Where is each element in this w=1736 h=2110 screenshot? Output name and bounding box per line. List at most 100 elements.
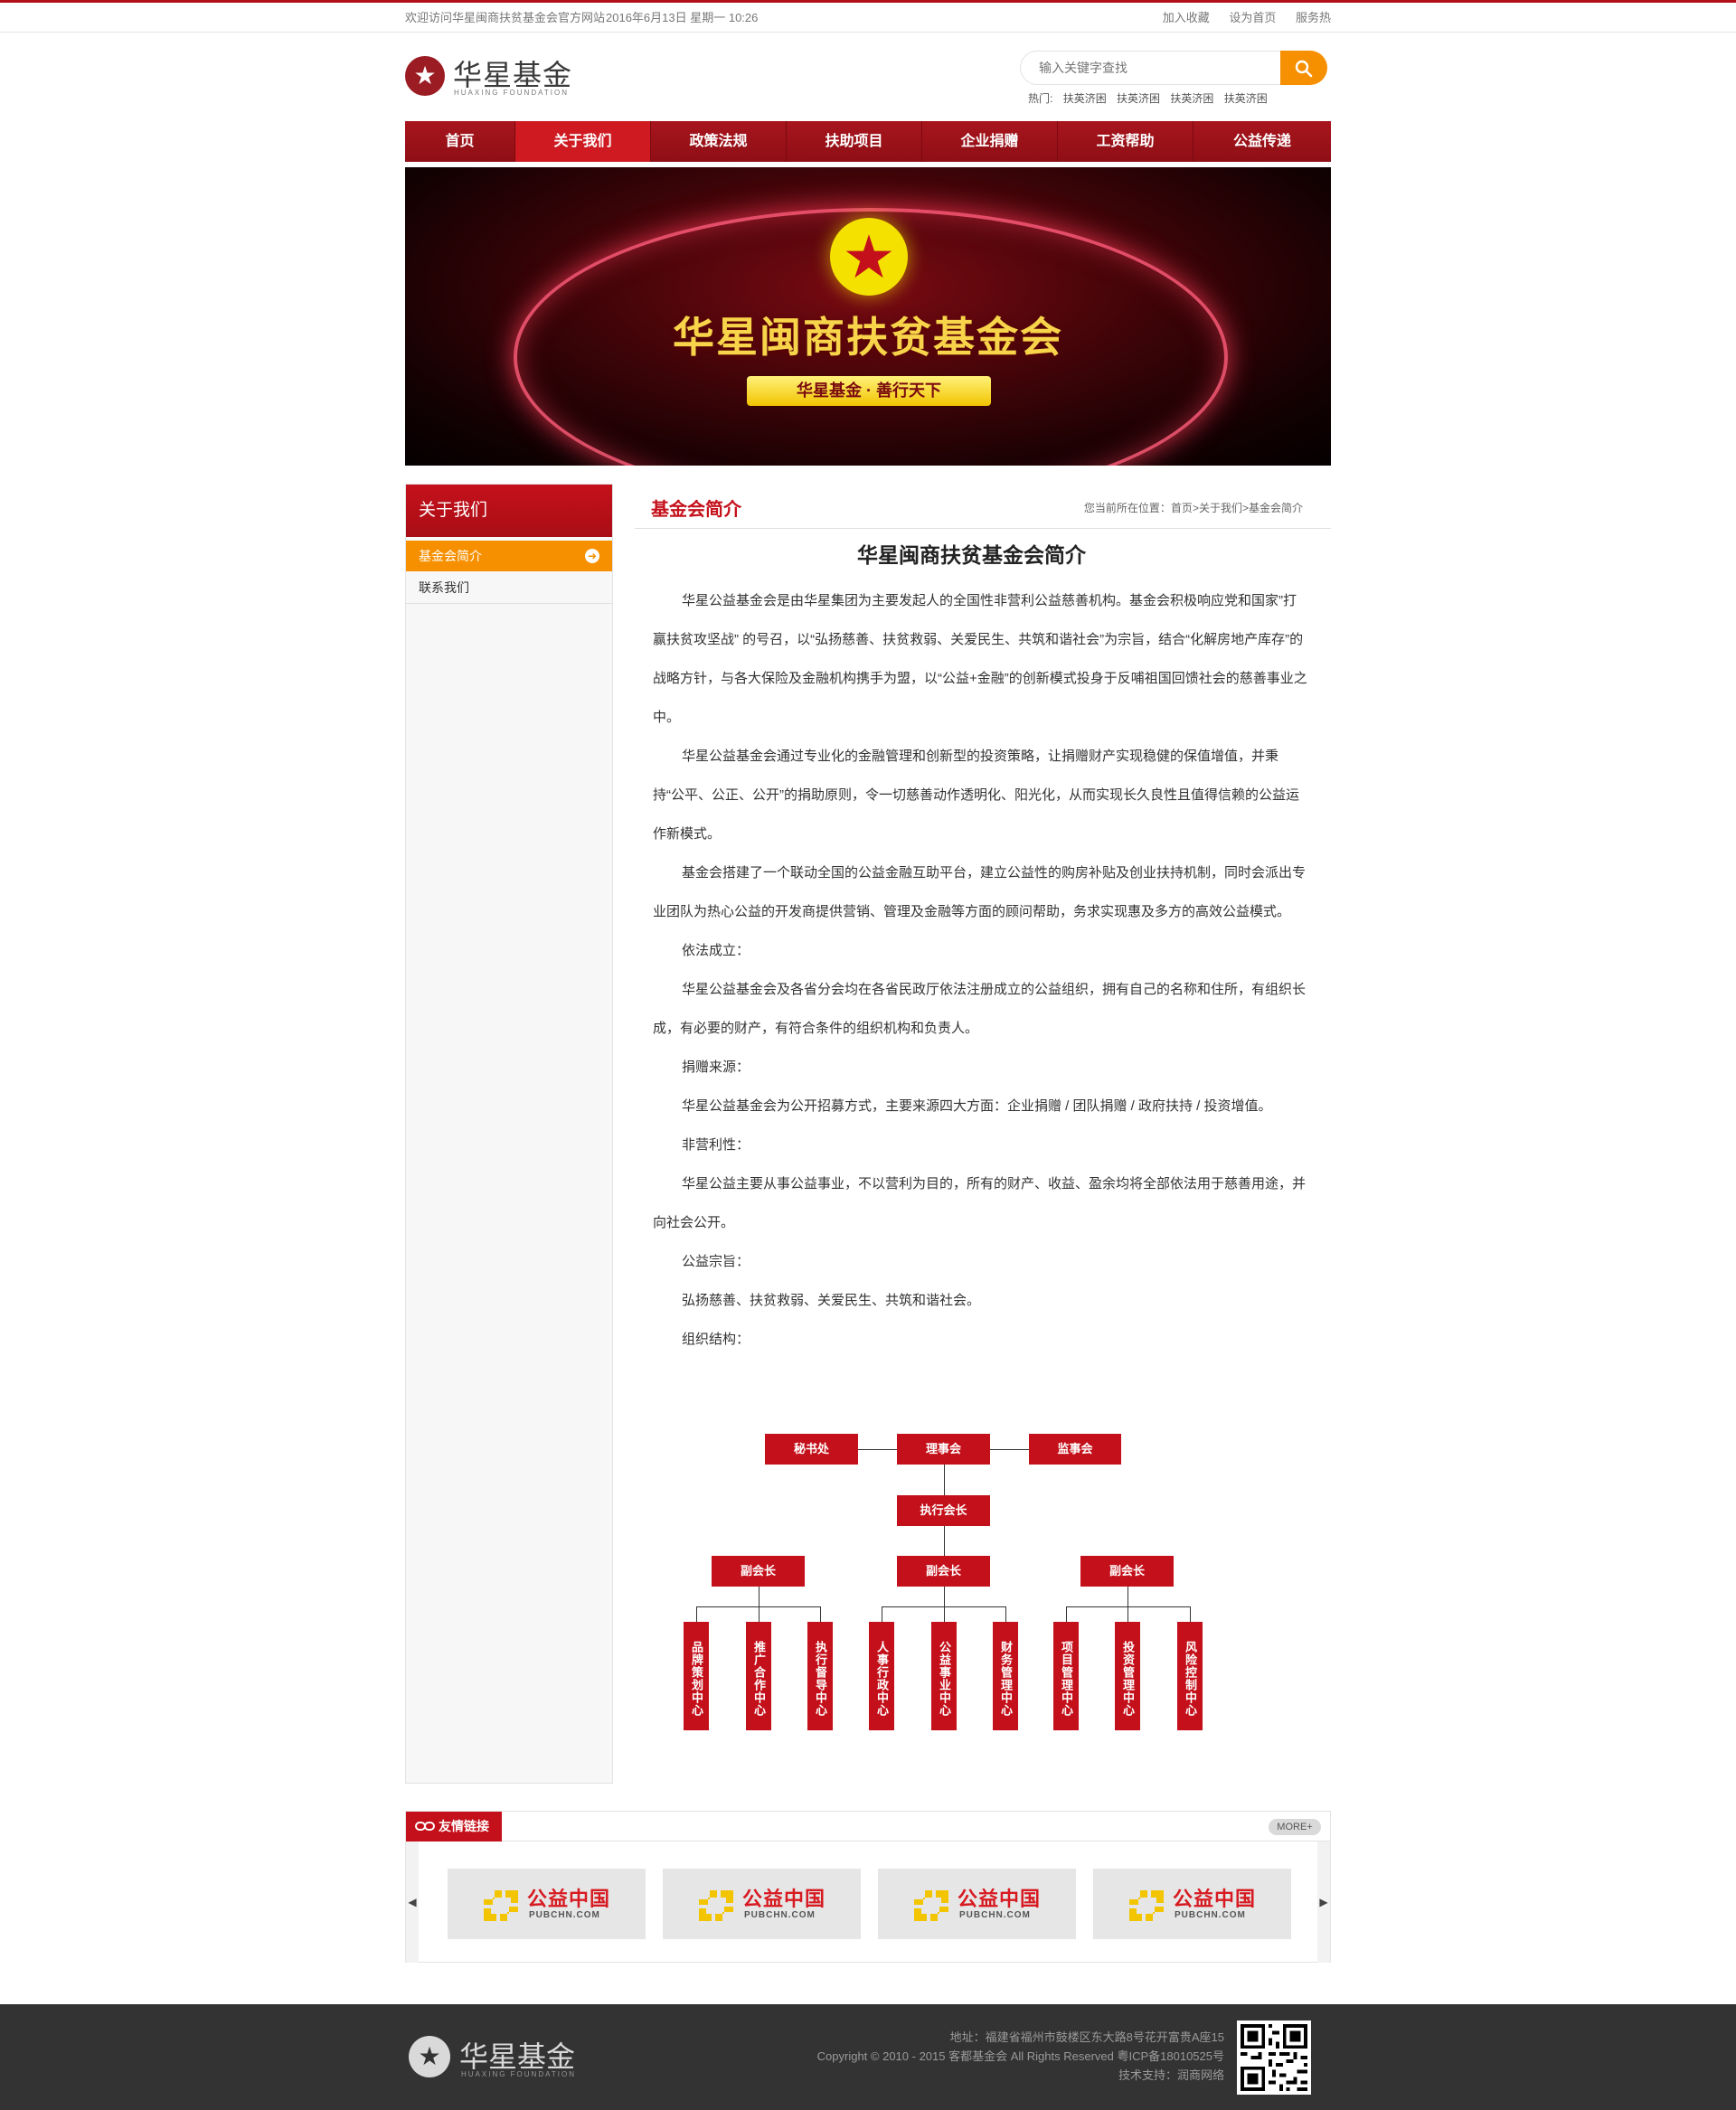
- article-title: 华星闽商扶贫基金会简介: [857, 543, 1086, 567]
- link-icon: [415, 1822, 435, 1831]
- org-vice-president: 副会长: [897, 1556, 990, 1587]
- add-favorite-link[interactable]: 加入收藏: [1163, 11, 1210, 24]
- org-center: 投资管理中心: [1115, 1622, 1140, 1730]
- org-connector: [1066, 1606, 1067, 1622]
- datetime-text: 2016年6月13日 星期一 10:26: [606, 11, 759, 24]
- friend-link-item[interactable]: 公益中国 PUBCHN.COM: [663, 1869, 861, 1939]
- banner-title: 华星闽商扶贫基金会: [673, 314, 1063, 361]
- star-logo-icon: ★: [409, 2036, 450, 2077]
- site-logo[interactable]: ★ 华星基金 HUAXING FOUNDATION: [405, 52, 577, 99]
- welcome-text: 欢迎访问华星闽商扶贫基金会官方网站: [405, 11, 606, 24]
- org-connector: [1005, 1606, 1006, 1622]
- footer-copyright: Copyright © 2010 - 2015 客都基金会 All Rights…: [816, 2049, 1224, 2063]
- org-supervisory-board: 监事会: [1029, 1434, 1121, 1465]
- search-box: [1020, 51, 1327, 85]
- org-board: 理事会: [897, 1434, 990, 1465]
- friend-links-title: 友情链接: [439, 1819, 489, 1833]
- org-center: 品牌策划中心: [684, 1622, 709, 1730]
- hot-word[interactable]: 扶英济困: [1063, 92, 1107, 105]
- sidebar-title: 关于我们: [406, 485, 612, 537]
- main-nav: 首页 关于我们 政策法规 扶助项目 企业捐赠 工资帮助 公益传递: [405, 121, 1331, 162]
- article-paragraph: 弘扬慈善、扶贫救弱、关爱民生、共筑和谐社会。: [682, 1293, 981, 1308]
- star-logo-icon: ★: [405, 56, 445, 96]
- friend-link-url: PUBCHN.COM: [529, 1910, 600, 1920]
- breadcrumb-separator: >: [1192, 502, 1199, 514]
- org-connector: [944, 1526, 945, 1556]
- hot-label: 热门:: [1028, 92, 1053, 105]
- org-vice-president: 副会长: [712, 1556, 805, 1587]
- org-center: 推广合作中心: [746, 1622, 771, 1730]
- friend-link-name: 公益中国: [527, 1888, 611, 1910]
- nav-item-home[interactable]: 首页: [405, 121, 515, 162]
- article-heading: 组织结构：: [682, 1332, 750, 1347]
- org-connector: [944, 1587, 945, 1606]
- sidebar-item-contact[interactable]: 联系我们: [406, 571, 612, 604]
- org-connector: [696, 1606, 697, 1622]
- sidebar-item-intro[interactable]: 基金会简介 ➜: [406, 541, 612, 571]
- footer-support: 技术支持：润商网络: [1118, 2068, 1224, 2082]
- footer-logo[interactable]: ★ 华星基金 HUAXING FOUNDATION: [409, 2034, 590, 2079]
- article-paragraph: 华星公益基金会是由华星集团为主要发起人的全国性非营利公益慈善机构。基金会积极响应…: [653, 593, 1307, 725]
- article-paragraph: 华星公益基金会通过专业化的金融管理和创新型的投资策略，让捐赠财产实现稳健的保值增…: [653, 749, 1299, 842]
- org-vice-president: 副会长: [1080, 1556, 1174, 1587]
- top-bar: 欢迎访问华星闽商扶贫基金会官方网站 2016年6月13日 星期一 10:26 加…: [0, 3, 1736, 33]
- friend-link-url: PUBCHN.COM: [959, 1910, 1031, 1920]
- breadcrumb-home[interactable]: 首页: [1171, 502, 1193, 514]
- more-button[interactable]: MORE+: [1269, 1819, 1321, 1835]
- hot-word[interactable]: 扶英济困: [1224, 92, 1268, 105]
- friend-links-tab: 友情链接: [406, 1812, 502, 1842]
- nav-item-policy[interactable]: 政策法规: [651, 121, 787, 162]
- org-center: 风险控制中心: [1177, 1622, 1203, 1730]
- org-connector: [1127, 1587, 1128, 1606]
- org-connector: [1066, 1606, 1191, 1607]
- nav-item-about[interactable]: 关于我们: [515, 121, 651, 162]
- nav-item-projects[interactable]: 扶助项目: [787, 121, 922, 162]
- org-connector: [759, 1606, 760, 1622]
- org-connector: [944, 1465, 945, 1495]
- breadcrumb-parent[interactable]: 关于我们: [1199, 502, 1242, 514]
- friend-link-url: PUBCHN.COM: [744, 1910, 816, 1920]
- friend-link-item[interactable]: 公益中国 PUBCHN.COM: [1093, 1869, 1291, 1939]
- org-connector: [1190, 1606, 1191, 1622]
- pubchn-logo-icon: [914, 1890, 948, 1921]
- prev-arrow-icon[interactable]: ◀: [406, 1842, 419, 1963]
- next-arrow-icon[interactable]: ▶: [1317, 1842, 1330, 1963]
- footer-info: 地址：福建省福州市鼓楼区东大路8号花开富贵A座15 Copyright © 20…: [817, 2028, 1224, 2085]
- pubchn-logo-icon: [1129, 1890, 1164, 1921]
- org-executive-president: 执行会长: [897, 1495, 990, 1526]
- article-heading: 非营利性：: [682, 1137, 750, 1153]
- org-center: 公益事业中心: [931, 1622, 957, 1730]
- article-heading: 公益宗旨：: [682, 1254, 750, 1269]
- friend-link-name: 公益中国: [1173, 1888, 1257, 1910]
- nav-item-charity[interactable]: 公益传递: [1194, 121, 1331, 162]
- service-hotline-link[interactable]: 服务热: [1296, 11, 1331, 24]
- org-connector: [1127, 1606, 1128, 1622]
- sidebar-item-label: 基金会简介: [419, 549, 482, 563]
- friend-link-item[interactable]: 公益中国 PUBCHN.COM: [448, 1869, 646, 1939]
- article-paragraph: 基金会搭建了一个联动全国的公益金融互助平台，建立公益性的购房补贴及创业扶持机制，…: [653, 865, 1307, 919]
- org-center: 人事行政中心: [869, 1622, 894, 1730]
- article-heading: 捐赠来源：: [682, 1060, 750, 1075]
- friend-link-item[interactable]: 公益中国 PUBCHN.COM: [878, 1869, 1076, 1939]
- article-body: 华星公益基金会是由华星集团为主要发起人的全国性非营利公益慈善机构。基金会积极响应…: [653, 581, 1308, 1359]
- friend-links: 友情链接 MORE+ ◀ ▶ 公益中国 PUBCHN.COM 公益中国 PUBC…: [405, 1811, 1331, 1963]
- top-links: 加入收藏 设为首页 服务热: [1146, 3, 1331, 33]
- hot-word[interactable]: 扶英济困: [1170, 92, 1213, 105]
- footer-address: 地址：福建省福州市鼓楼区东大路8号花开富贵A座15: [949, 2030, 1224, 2044]
- org-center: 项目管理中心: [1053, 1622, 1079, 1730]
- org-center: 财务管理中心: [993, 1622, 1018, 1730]
- content-header: 基金会简介 您当前所在位置：首页>关于我们>基金会简介: [635, 484, 1331, 529]
- nav-item-donation[interactable]: 企业捐赠: [922, 121, 1058, 162]
- banner-slogan: 华星基金 · 善行天下: [747, 376, 991, 406]
- set-homepage-link[interactable]: 设为首页: [1229, 11, 1276, 24]
- search-button[interactable]: [1280, 51, 1327, 85]
- breadcrumb: 您当前所在位置：首页>关于我们>基金会简介: [1084, 500, 1303, 515]
- footer-logo-subtitle: HUAXING FOUNDATION: [461, 2070, 576, 2078]
- arrow-right-icon: ➜: [585, 549, 599, 563]
- breadcrumb-current: 基金会简介: [1248, 502, 1303, 514]
- hot-word[interactable]: 扶英济困: [1117, 92, 1160, 105]
- footer: ★ 华星基金 HUAXING FOUNDATION 地址：福建省福州市鼓楼区东大…: [0, 2004, 1736, 2110]
- friend-links-header: 友情链接 MORE+: [406, 1812, 1330, 1842]
- nav-item-wage-help[interactable]: 工资帮助: [1058, 121, 1194, 162]
- search-input[interactable]: [1020, 51, 1282, 85]
